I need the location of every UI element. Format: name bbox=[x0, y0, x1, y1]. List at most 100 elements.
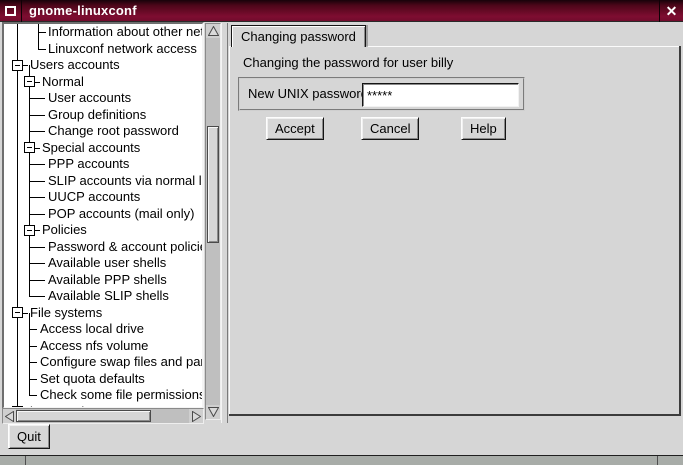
tree-item[interactable]: File systems bbox=[4, 305, 202, 322]
tree-item[interactable]: boot mode bbox=[4, 404, 202, 408]
tree-connector-line bbox=[29, 296, 45, 297]
window-menu-button[interactable] bbox=[0, 0, 22, 22]
scroll-right-button[interactable] bbox=[189, 409, 203, 423]
close-button[interactable]: ✕ bbox=[659, 0, 683, 22]
tree-item-label: File systems bbox=[30, 305, 102, 322]
tree-item[interactable]: Access nfs volume bbox=[4, 338, 202, 355]
tree-item[interactable]: User accounts bbox=[4, 90, 202, 107]
tree-item[interactable]: Normal bbox=[4, 74, 202, 91]
tree-item-label: Available SLIP shells bbox=[48, 288, 169, 305]
tree-connector-line bbox=[38, 49, 46, 50]
expander-minus-icon[interactable] bbox=[24, 225, 35, 236]
new-password-input[interactable] bbox=[362, 83, 519, 107]
tree-item[interactable]: SLIP accounts via normal lo bbox=[4, 173, 202, 190]
tree-item[interactable]: POP accounts (mail only) bbox=[4, 206, 202, 223]
tree-item[interactable]: Special accounts bbox=[4, 140, 202, 157]
expander-minus-icon[interactable] bbox=[12, 307, 23, 318]
resize-grip-divider-right bbox=[657, 456, 658, 465]
tree-vertical-scrollbar[interactable] bbox=[205, 23, 221, 420]
pane-resize-handle[interactable] bbox=[221, 23, 228, 423]
tree-item[interactable]: Set quota defaults bbox=[4, 371, 202, 388]
tree-item-label: POP accounts (mail only) bbox=[48, 206, 194, 223]
quit-button[interactable]: Quit bbox=[8, 424, 50, 449]
resize-grip-divider-left bbox=[25, 456, 26, 465]
tree-item-label: Special accounts bbox=[42, 140, 140, 157]
tree-item-label: User accounts bbox=[48, 90, 131, 107]
password-field-label: New UNIX password: bbox=[248, 79, 372, 109]
minus-glyph bbox=[27, 147, 32, 148]
tree-connector-line bbox=[29, 214, 45, 215]
expander-minus-icon[interactable] bbox=[24, 76, 35, 87]
vertical-scrollbar-thumb[interactable] bbox=[207, 126, 219, 243]
tree-item[interactable]: Group definitions bbox=[4, 107, 202, 124]
tree-item-label: Normal bbox=[42, 74, 84, 91]
window-menu-icon bbox=[5, 6, 16, 16]
arrow-up-icon bbox=[208, 26, 219, 36]
tree-item-label: Configure swap files and parti bbox=[40, 354, 202, 371]
notebook-left-edge bbox=[229, 46, 230, 415]
window-bottom-frame bbox=[0, 455, 683, 465]
tree-connector-line bbox=[29, 346, 37, 347]
scroll-up-button[interactable] bbox=[206, 24, 220, 38]
tree-item-label: Change root password bbox=[48, 123, 179, 140]
minus-glyph bbox=[27, 230, 32, 231]
notebook-right-edge bbox=[679, 46, 681, 416]
tree-item[interactable]: Information about other netw bbox=[4, 24, 202, 41]
tree-connector-line bbox=[29, 263, 45, 264]
tree-connector-line bbox=[29, 247, 45, 248]
tree-item[interactable]: Available PPP shells bbox=[4, 272, 202, 289]
tree-item[interactable]: Configure swap files and parti bbox=[4, 354, 202, 371]
tree-item[interactable]: Change root password bbox=[4, 123, 202, 140]
tree-item-label: PPP accounts bbox=[48, 156, 129, 173]
tree-connector-line bbox=[29, 280, 45, 281]
minus-glyph bbox=[15, 65, 20, 66]
expander-minus-icon[interactable] bbox=[12, 60, 23, 71]
tree-item-label: Users accounts bbox=[30, 57, 120, 74]
scroll-left-button[interactable] bbox=[3, 409, 16, 423]
tree-item-label: boot mode bbox=[30, 404, 91, 408]
tree-item-label: UUCP accounts bbox=[48, 189, 140, 206]
tree-connector-line bbox=[29, 395, 37, 396]
tree-item[interactable]: UUCP accounts bbox=[4, 189, 202, 206]
tree-item-label: Access local drive bbox=[40, 321, 144, 338]
notebook-bottom-edge bbox=[229, 414, 681, 416]
help-button[interactable]: Help bbox=[461, 117, 506, 140]
horizontal-scrollbar-thumb[interactable] bbox=[16, 410, 151, 422]
tree-connector-line bbox=[29, 197, 45, 198]
tab-changing-password[interactable]: Changing password bbox=[231, 25, 366, 47]
tree-item[interactable]: Access local drive bbox=[4, 321, 202, 338]
tree-item[interactable]: Available SLIP shells bbox=[4, 288, 202, 305]
arrow-right-icon bbox=[192, 411, 201, 422]
tree-connector-line bbox=[38, 32, 46, 33]
tree-connector-line bbox=[29, 98, 45, 99]
tree-item[interactable]: Linuxconf network access bbox=[4, 41, 202, 58]
tree-item[interactable]: Users accounts bbox=[4, 57, 202, 74]
tree-item[interactable]: Policies bbox=[4, 222, 202, 239]
minus-glyph bbox=[15, 312, 20, 313]
arrow-left-icon bbox=[5, 411, 14, 422]
accept-button[interactable]: Accept bbox=[266, 117, 324, 140]
tree-connector-line bbox=[29, 379, 37, 380]
tree-connector-line bbox=[29, 362, 37, 363]
tree-item-label: Linuxconf network access bbox=[48, 41, 197, 58]
tree-item[interactable]: Available user shells bbox=[4, 255, 202, 272]
titlebar: gnome-linuxconf ✕ bbox=[0, 0, 683, 22]
scroll-down-button[interactable] bbox=[206, 405, 220, 419]
cancel-button[interactable]: Cancel bbox=[361, 117, 419, 140]
password-frame: New UNIX password: bbox=[238, 77, 525, 111]
tree-horizontal-scrollbar[interactable] bbox=[2, 408, 204, 424]
arrow-down-icon bbox=[208, 407, 219, 417]
tree-connector-line bbox=[29, 115, 45, 116]
tree-item[interactable]: Check some file permissions bbox=[4, 387, 202, 404]
expander-minus-icon[interactable] bbox=[24, 142, 35, 153]
tree-item-label: Group definitions bbox=[48, 107, 146, 124]
tree-item[interactable]: PPP accounts bbox=[4, 156, 202, 173]
tree-connector-line bbox=[29, 164, 45, 165]
tree-item-label: Available PPP shells bbox=[48, 272, 167, 289]
tree-item-label: Password & account policie bbox=[48, 239, 202, 256]
window-title: gnome-linuxconf bbox=[29, 0, 137, 22]
tree-item[interactable]: Password & account policie bbox=[4, 239, 202, 256]
app-window: gnome-linuxconf ✕ Information about othe… bbox=[0, 0, 683, 465]
expander-minus-icon[interactable] bbox=[12, 406, 23, 407]
tree-item-label: Access nfs volume bbox=[40, 338, 148, 355]
